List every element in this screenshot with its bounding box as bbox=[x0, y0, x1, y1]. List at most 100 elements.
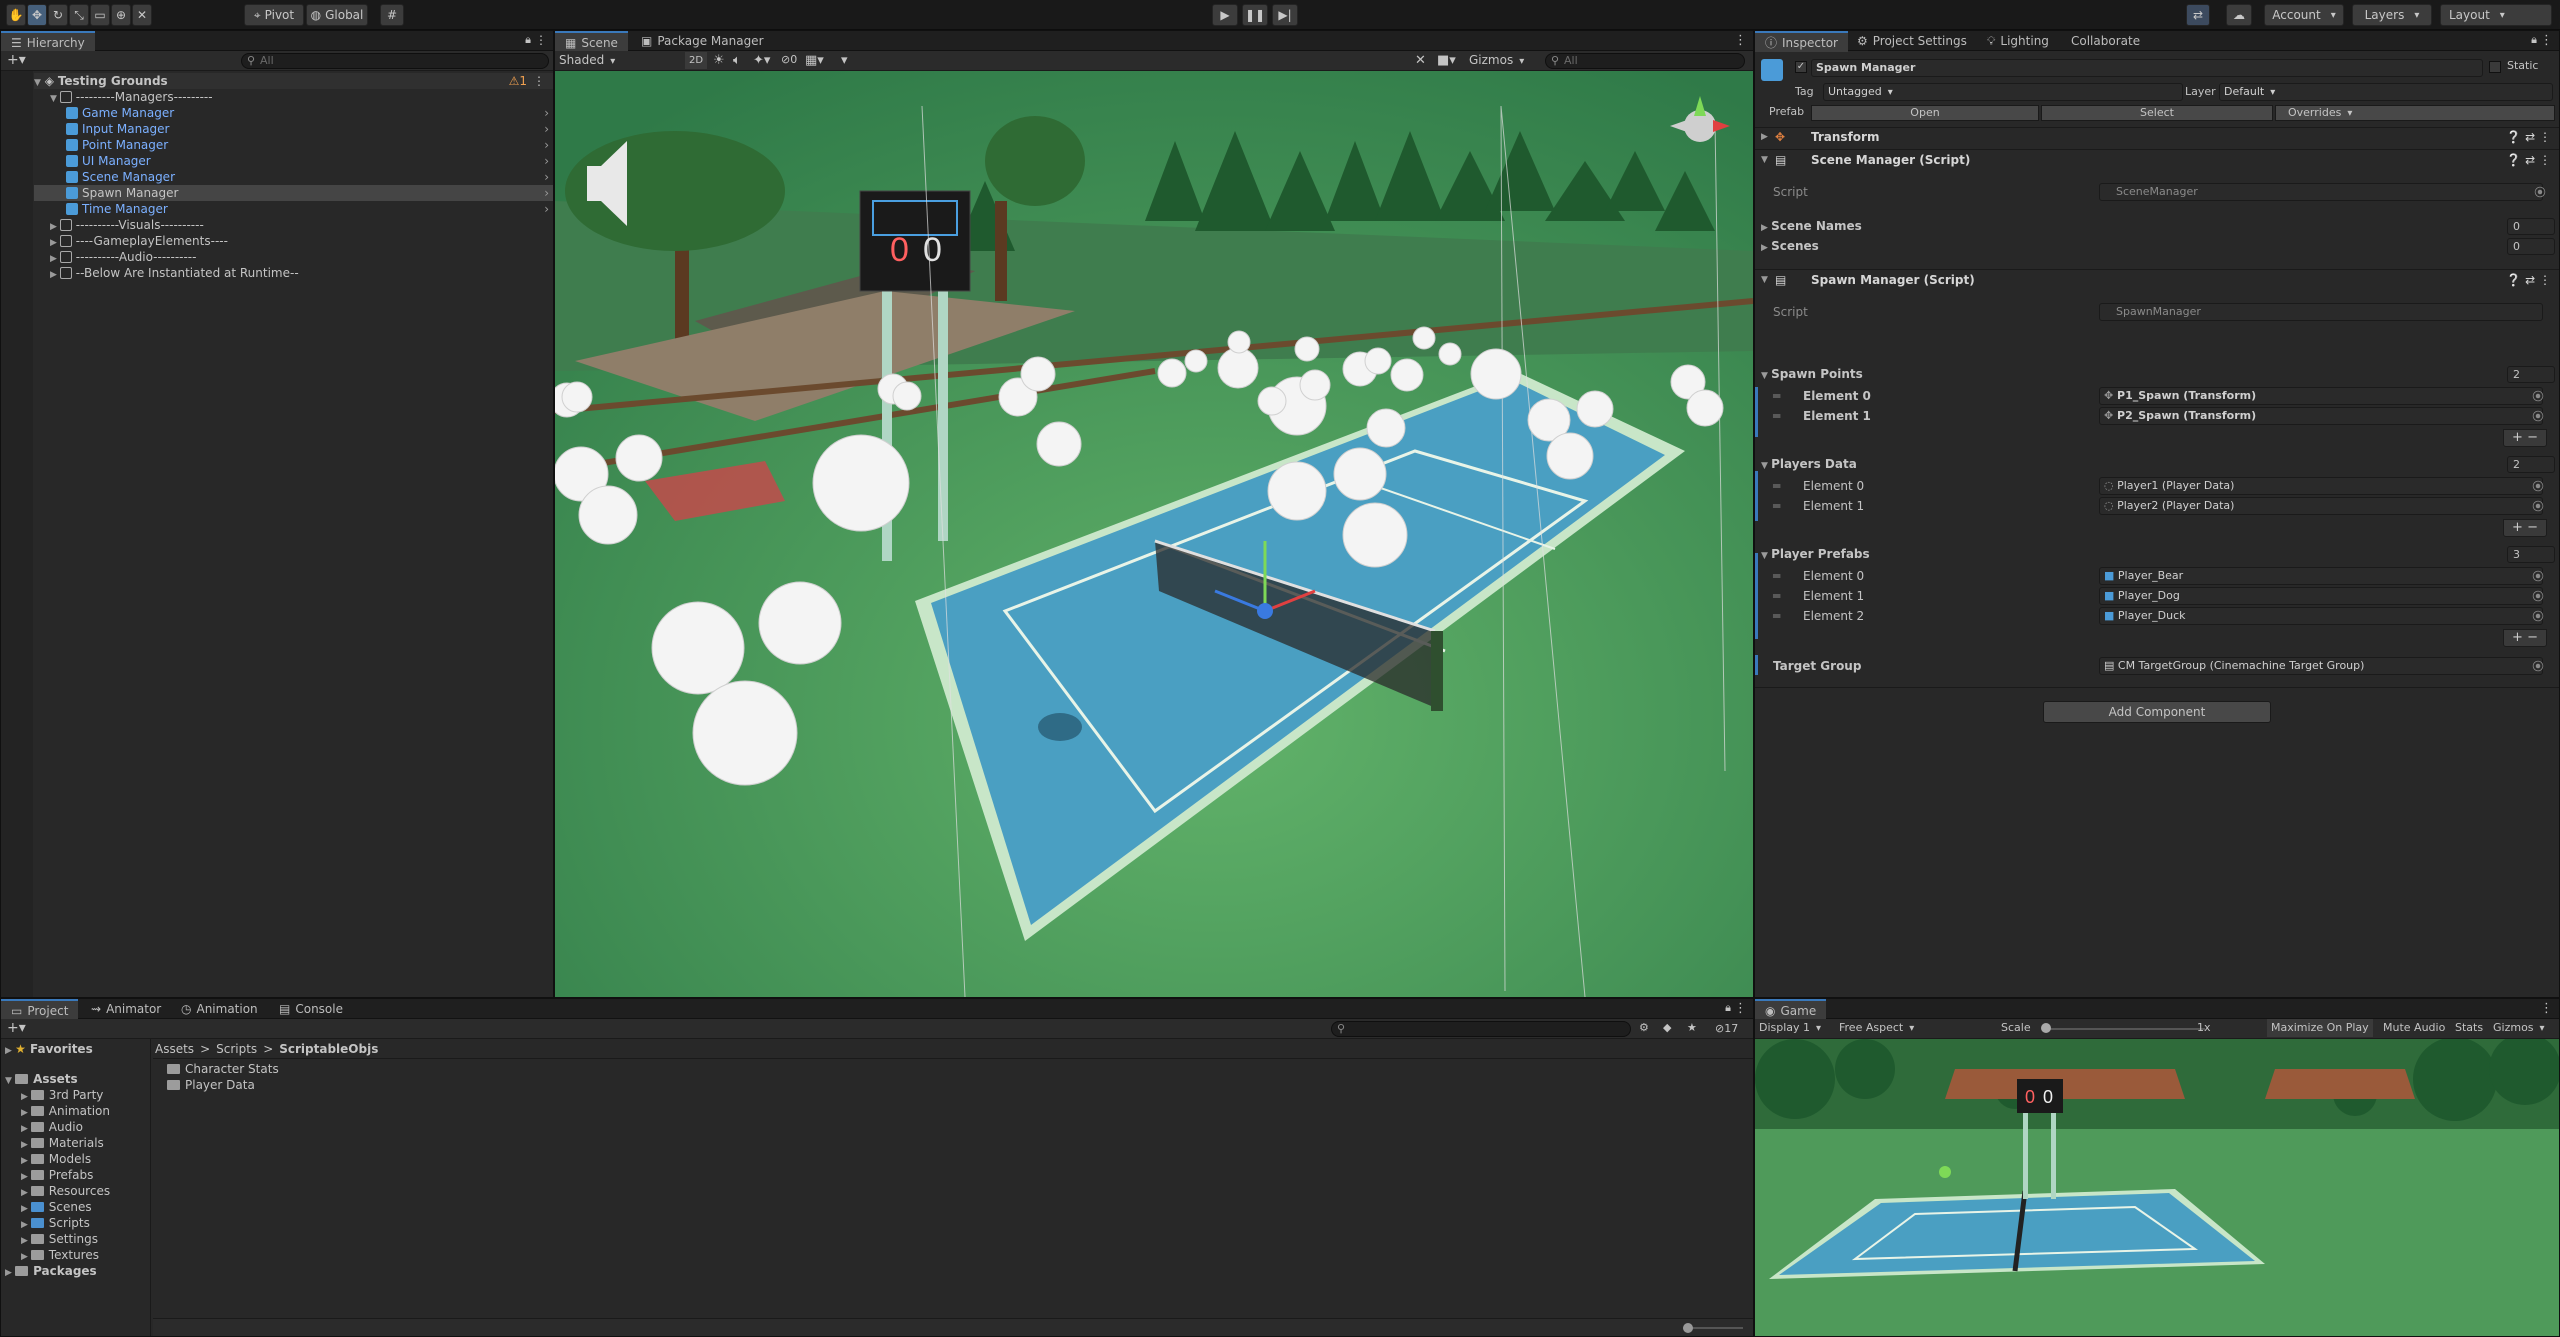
prefab-overrides-dropdown[interactable]: Overrides bbox=[2275, 105, 2555, 121]
list-element-field[interactable]: ◌ Player2 (Player Data) bbox=[2099, 497, 2543, 515]
drag-handle-icon[interactable]: ═ bbox=[1773, 567, 1780, 585]
grid-toggle-icon[interactable]: ▦▾ bbox=[805, 53, 824, 68]
folder-item[interactable]: ▶ Materials bbox=[21, 1135, 104, 1151]
minus-icon[interactable]: − bbox=[2527, 430, 2538, 445]
component-menu-icons[interactable]: ❔ ⇄ ⋮ bbox=[2506, 270, 2551, 290]
move-tool-icon[interactable]: ✥ bbox=[27, 4, 47, 26]
prefab-open-button[interactable]: Open bbox=[1811, 105, 2039, 121]
game-viewport[interactable]: 0 0 bbox=[1755, 1039, 2559, 1336]
folder-item[interactable]: ▶ Resources bbox=[21, 1183, 110, 1199]
list-element-field[interactable]: ■ Player_Duck bbox=[2099, 607, 2543, 625]
create-asset-icon[interactable]: +▾ bbox=[7, 1020, 26, 1036]
object-picker-icon[interactable] bbox=[2532, 410, 2544, 422]
tab-animation[interactable]: ◷ Animation bbox=[171, 999, 268, 1019]
object-picker-icon[interactable] bbox=[2532, 390, 2544, 402]
scene-names-count[interactable]: 0 bbox=[2507, 218, 2555, 235]
list-add-remove[interactable]: + − bbox=[2503, 429, 2547, 447]
project-lock-icon[interactable]: 🔒︎ bbox=[1725, 1001, 1731, 1015]
hierarchy-item[interactable]: Input Manager › bbox=[66, 121, 553, 137]
rotate-tool-icon[interactable]: ↻ bbox=[48, 4, 68, 26]
chevron-right-icon[interactable]: › bbox=[544, 153, 549, 169]
drag-handle-icon[interactable]: ═ bbox=[1773, 387, 1780, 405]
scale-slider-handle[interactable] bbox=[2041, 1023, 2051, 1033]
aspect-dropdown[interactable]: Free Aspect bbox=[1839, 1019, 1991, 1038]
tab-lighting[interactable]: 💡︎ Lighting bbox=[1977, 31, 2059, 51]
folder-item[interactable]: ▶ Prefabs bbox=[21, 1167, 93, 1183]
game-more-icon[interactable]: ⋮ bbox=[2540, 1001, 2553, 1016]
collab-icon[interactable]: ⇄ bbox=[2186, 4, 2210, 26]
add-component-button[interactable]: Add Component bbox=[2043, 701, 2271, 723]
tab-inspector[interactable]: ⓘ Inspector bbox=[1755, 31, 1848, 52]
tab-game[interactable]: ◉ Game bbox=[1755, 999, 1827, 1020]
minus-icon[interactable]: − bbox=[2527, 630, 2538, 645]
pivot-toggle[interactable]: ⌖ Pivot bbox=[244, 4, 304, 26]
tab-package-manager[interactable]: ▣ Package Manager bbox=[631, 31, 774, 51]
add-icon[interactable]: +▾ bbox=[7, 52, 26, 68]
folder-item[interactable]: ▶ Models bbox=[21, 1151, 91, 1167]
object-picker-icon[interactable] bbox=[2532, 500, 2544, 512]
list-element-field[interactable]: ◌ Player1 (Player Data) bbox=[2099, 477, 2543, 495]
player-prefabs-count[interactable]: 3 bbox=[2507, 546, 2555, 563]
mute-audio-toggle[interactable]: Mute Audio bbox=[2383, 1019, 2445, 1037]
scale-tool-icon[interactable]: ⤡ bbox=[69, 4, 89, 26]
list-element-field[interactable]: ✥ P1_Spawn (Transform) bbox=[2099, 387, 2543, 405]
tab-animator[interactable]: ⇝ Animator bbox=[81, 999, 171, 1019]
inspector-more-icon[interactable]: ⋮ bbox=[2540, 33, 2553, 48]
folder-item[interactable]: ▶ Audio bbox=[21, 1119, 83, 1135]
component-menu-icons[interactable]: ❔ ⇄ ⋮ bbox=[2506, 127, 2551, 147]
object-picker-icon[interactable] bbox=[2532, 590, 2544, 602]
folder-item[interactable]: ▶ Scripts bbox=[21, 1215, 90, 1231]
minus-icon[interactable]: − bbox=[2527, 520, 2538, 535]
drag-handle-icon[interactable]: ═ bbox=[1773, 607, 1780, 625]
filter-label-icon[interactable]: ◆ bbox=[1663, 1021, 1671, 1034]
project-more-icon[interactable]: ⋮ bbox=[1734, 1001, 1747, 1016]
player-prefabs-foldout[interactable]: ▼ Player Prefabs bbox=[1761, 545, 1870, 565]
plus-icon[interactable]: + bbox=[2512, 520, 2523, 535]
tab-console[interactable]: ▤ Console bbox=[269, 999, 353, 1019]
layout-dropdown[interactable]: Layout bbox=[2440, 4, 2552, 26]
tools-icon[interactable]: ✕ bbox=[1415, 53, 1426, 68]
hierarchy-item[interactable]: Time Manager › bbox=[66, 201, 553, 217]
object-picker-icon[interactable] bbox=[2532, 570, 2544, 582]
object-picker-icon[interactable] bbox=[2534, 186, 2546, 198]
target-group-field[interactable]: ▤ CM TargetGroup (Cinemachine Target Gro… bbox=[2099, 657, 2543, 675]
folder-item[interactable]: ▶ Settings bbox=[21, 1231, 98, 1247]
breadcrumb-assets[interactable]: Assets bbox=[155, 1042, 194, 1056]
hand-tool-icon[interactable]: ✋ bbox=[6, 4, 26, 26]
hierarchy-item[interactable]: Spawn Manager › bbox=[34, 185, 553, 201]
scene-viewport[interactable]: 0 0 bbox=[555, 71, 1753, 997]
players-data-foldout[interactable]: ▼ Players Data bbox=[1761, 455, 1857, 475]
gizmos-dropdown[interactable]: Gizmos bbox=[1469, 53, 1524, 67]
hierarchy-item[interactable]: ▶ ----------Visuals---------- bbox=[50, 217, 553, 233]
transform-header[interactable]: ▶ ✥ Transform ❔ ⇄ ⋮ bbox=[1755, 127, 2559, 147]
scenes-foldout[interactable]: ▶ Scenes bbox=[1761, 237, 1819, 257]
drag-handle-icon[interactable]: ═ bbox=[1773, 477, 1780, 495]
list-element-field[interactable]: ■ Player_Dog bbox=[2099, 587, 2543, 605]
tab-hierarchy[interactable]: ☰ Hierarchy bbox=[1, 31, 95, 52]
layer-dropdown[interactable]: Default bbox=[2219, 83, 2553, 101]
effects-toggle-icon[interactable]: ✦▾ bbox=[753, 53, 770, 68]
scale-slider[interactable] bbox=[2045, 1028, 2205, 1030]
display-dropdown[interactable]: Display 1 bbox=[1759, 1019, 1821, 1038]
plus-icon[interactable]: + bbox=[2512, 630, 2523, 645]
folder-item[interactable]: ▶ Animation bbox=[21, 1103, 110, 1119]
audio-toggle-icon[interactable]: 🔈︎ bbox=[733, 53, 741, 68]
step-button[interactable]: ▶| bbox=[1272, 4, 1298, 26]
toggle-2d-button[interactable]: 2D bbox=[685, 52, 707, 69]
folder-item[interactable]: ▶ Textures bbox=[21, 1247, 99, 1263]
scene-names-foldout[interactable]: ▶ Scene Names bbox=[1761, 217, 1862, 237]
global-toggle[interactable]: ◍ Global bbox=[306, 4, 368, 26]
hierarchy-item[interactable]: ▶ --Below Are Instantiated at Runtime-- bbox=[50, 265, 553, 281]
tag-dropdown[interactable]: Untagged bbox=[1823, 83, 2183, 101]
drag-handle-icon[interactable]: ═ bbox=[1773, 587, 1780, 605]
more-menu-icon[interactable]: ⋮ bbox=[535, 33, 547, 47]
hierarchy-item[interactable]: ▼ ---------Managers--------- bbox=[50, 89, 553, 105]
scenes-count[interactable]: 0 bbox=[2507, 238, 2555, 255]
lighting-toggle-icon[interactable]: ☀ bbox=[713, 53, 725, 68]
rect-tool-icon[interactable]: ▭ bbox=[90, 4, 110, 26]
grid-snap-icon[interactable]: # bbox=[380, 4, 404, 26]
lock-icon[interactable]: 🔒︎ bbox=[525, 33, 531, 47]
hidden-objects-toggle[interactable]: ⊘0 bbox=[781, 53, 797, 66]
object-picker-icon[interactable] bbox=[2532, 610, 2544, 622]
scene-menu-icon[interactable]: ⋮ bbox=[533, 73, 545, 89]
